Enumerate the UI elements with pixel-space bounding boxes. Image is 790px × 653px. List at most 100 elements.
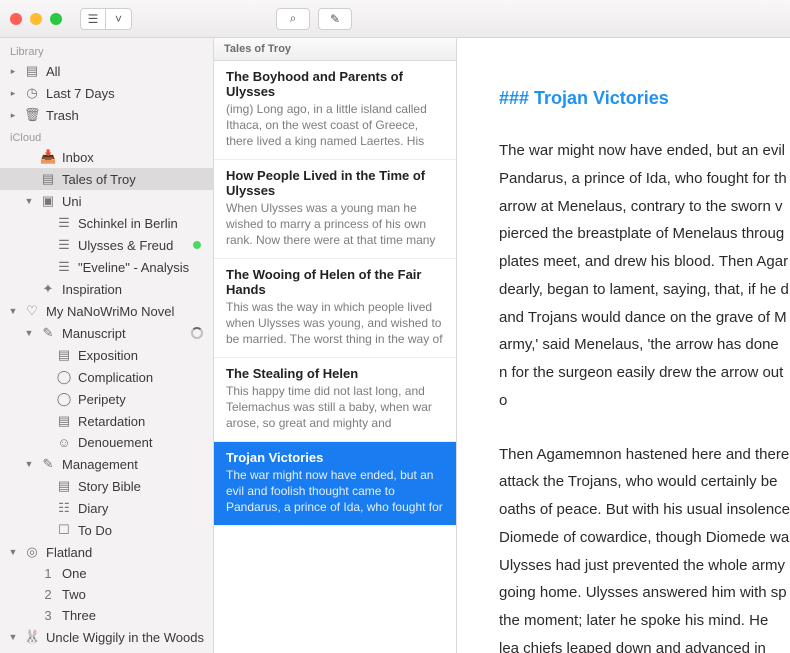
sidebar-toggle-group: ☰ ˅	[80, 8, 132, 30]
sidebar-item-icon: ▣	[40, 193, 56, 209]
sidebar-item-icon: ▤	[56, 413, 72, 429]
sidebar-item[interactable]: ▤Retardation	[0, 410, 213, 432]
sidebar-item-icon: ◯	[56, 391, 72, 407]
sidebar-item-icon: ◎	[24, 544, 40, 560]
sidebar-item[interactable]: ✦Inspiration	[0, 278, 213, 300]
sidebar-item-icon: 3	[40, 608, 56, 623]
sidebar-item-icon: ☷	[56, 500, 72, 516]
sidebar-item[interactable]: ▼✎Manuscript	[0, 322, 213, 344]
sidebar-item-icon: 2	[40, 587, 56, 602]
note-preview: This happy time did not last long, and T…	[226, 383, 444, 431]
sidebar-item[interactable]: ☰Schinkel in Berlin	[0, 212, 213, 234]
compose-button[interactable]: ✎	[318, 8, 352, 30]
sidebar-item-label: Management	[62, 457, 207, 472]
note-preview: The war might now have ended, but an evi…	[226, 467, 444, 515]
sidebar-item-icon: ▤	[56, 478, 72, 494]
note-list-item[interactable]: How People Lived in the Time of UlyssesW…	[214, 160, 456, 259]
sidebar-item[interactable]: ☺ Denouement	[0, 432, 213, 453]
search-button[interactable]: ⌕	[276, 8, 310, 30]
sidebar-item-icon: ✎	[40, 456, 56, 472]
sidebar-item[interactable]: ▼♡My NaNoWriMo Novel	[0, 300, 213, 322]
sidebar-item[interactable]: ☐To Do	[0, 519, 213, 541]
disclosure-icon[interactable]: ▸	[8, 88, 18, 99]
sidebar-item[interactable]: ☰"Eveline" - Analysis	[0, 256, 213, 278]
sidebar-item[interactable]: ▼▣Uni	[0, 190, 213, 212]
sidebar-item[interactable]: ▸ ▤ All	[0, 60, 213, 82]
disclosure-icon[interactable]: ▼	[24, 328, 34, 338]
sidebar-item[interactable]: ▼🐰Uncle Wiggily in the Woods	[0, 626, 213, 648]
sidebar-item-label: To Do	[78, 523, 207, 538]
sidebar-item-label: Two	[62, 587, 207, 602]
note-list-item[interactable]: The Stealing of Helen This happy time did…	[214, 358, 456, 442]
minimize-window-button[interactable]	[30, 13, 42, 25]
sidebar-item-icon: ✎	[40, 325, 56, 341]
note-title: The Boyhood and Parents of Ulysses	[226, 69, 444, 99]
note-title: The Wooing of Helen of the Fair Hands	[226, 267, 444, 297]
sidebar-item[interactable]: ▤Exposition	[0, 344, 213, 366]
sidebar-item[interactable]: ▤Story Bible	[0, 475, 213, 497]
sidebar-item[interactable]: ▸◷Last 7 Days	[0, 82, 213, 104]
note-list-body[interactable]: The Boyhood and Parents of Ulysses(img) …	[214, 61, 456, 653]
note-title: Trojan Victories	[226, 450, 444, 465]
sidebar-item[interactable]: ☰Ulysses & Freud	[0, 234, 213, 256]
disclosure-icon[interactable]: ▼	[24, 196, 34, 206]
note-title: How People Lived in the Time of Ulysses	[226, 168, 444, 198]
sidebar-item[interactable]: ☷ Diary	[0, 497, 213, 519]
sidebar-item-icon: ▤	[40, 171, 56, 187]
sidebar-item[interactable]: 3Three	[0, 605, 213, 626]
disclosure-icon[interactable]: ▼	[24, 459, 34, 469]
sidebar-dropdown-button[interactable]: ˅	[106, 8, 132, 30]
sidebar-item-icon: ▤	[56, 347, 72, 363]
close-window-button[interactable]	[10, 13, 22, 25]
main-panes: Library ▸▤All▸◷Last 7 Days▸🗑Trash iCloud…	[0, 38, 790, 653]
note-list-item[interactable]: The Boyhood and Parents of Ulysses(img) …	[214, 61, 456, 160]
editor-paragraph[interactable]: The war might now have ended, but an evi…	[499, 137, 790, 415]
progress-ring-icon	[191, 327, 203, 339]
sidebar-item-icon: ☰	[56, 259, 72, 275]
status-dot-icon	[193, 241, 201, 249]
sidebar-item[interactable]: ◯ Complication	[0, 366, 213, 388]
sidebar-item-label: Inbox	[62, 150, 207, 165]
sidebar-item[interactable]: ▸🗑Trash	[0, 104, 213, 126]
sidebar-item-icon: ☺	[56, 435, 72, 450]
sidebar-item[interactable]: ▼ ✎ Management	[0, 453, 213, 475]
sidebar-item[interactable]: ▤ Tales of Troy	[0, 168, 213, 190]
note-list-header: Tales of Troy	[214, 38, 456, 61]
sidebar-item[interactable]: ◯Peripety	[0, 388, 213, 410]
note-list-item[interactable]: Trojan Victories The war might now have e…	[214, 442, 456, 526]
sidebar-item[interactable]: 2 Two	[0, 584, 213, 605]
titlebar: ☰ ˅ ⌕ ✎	[0, 0, 790, 38]
compose-icon: ✎	[330, 12, 340, 26]
sidebar-item-label: Last 7 Days	[46, 86, 207, 101]
sidebar-item[interactable]: 1One	[0, 563, 213, 584]
zoom-window-button[interactable]	[50, 13, 62, 25]
sidebar-section-header-library: Library	[0, 40, 213, 60]
disclosure-icon[interactable]: ▸	[8, 66, 18, 77]
sidebar-item-icon: ▤	[24, 63, 40, 79]
sidebar-item-label: Diary	[78, 501, 207, 516]
sidebar-toggle-button[interactable]: ☰	[80, 8, 106, 30]
sidebar-item-label: Tales of Troy	[62, 172, 207, 187]
disclosure-icon[interactable]: ▸	[8, 110, 18, 121]
note-preview: When Ulysses was a young man he wished t…	[226, 200, 444, 248]
sidebar-item[interactable]: ✎My Secret Diary	[0, 648, 213, 653]
sidebar-item-icon: 🗑	[24, 107, 40, 123]
sidebar-item[interactable]: ▼◎Flatland	[0, 541, 213, 563]
editor-paragraph[interactable]: Then Agamemnon hastened here and there a…	[499, 441, 790, 653]
sidebar-item-label: Uncle Wiggily in the Woods	[46, 630, 207, 645]
note-title: The Stealing of Helen	[226, 366, 444, 381]
sidebar-item[interactable]: 📥Inbox	[0, 146, 213, 168]
editor-body[interactable]: The war might now have ended, but an evi…	[499, 137, 790, 653]
note-preview: (img) Long ago, in a little island calle…	[226, 101, 444, 149]
sidebar[interactable]: Library ▸▤All▸◷Last 7 Days▸🗑Trash iCloud…	[0, 38, 214, 653]
disclosure-icon[interactable]: ▼	[8, 547, 18, 557]
disclosure-icon[interactable]: ▼	[8, 306, 18, 316]
note-list-item[interactable]: The Wooing of Helen of the Fair HandsThi…	[214, 259, 456, 358]
disclosure-icon[interactable]: ▼	[8, 632, 18, 642]
sidebar-item-icon: ✦	[40, 281, 56, 297]
sidebar-item-icon: ◯	[56, 369, 72, 385]
editor[interactable]: ### Trojan Victories The war might now h…	[457, 38, 790, 653]
sidebar-item-label: All	[46, 64, 207, 79]
sidebar-item-label: Complication	[78, 370, 207, 385]
sidebar-item-label: Denouement	[78, 435, 207, 450]
